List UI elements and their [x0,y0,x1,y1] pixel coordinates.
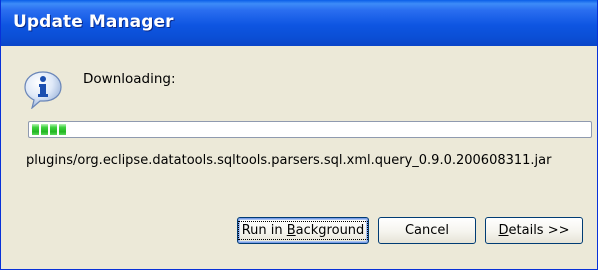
window-title: Update Manager [13,12,174,32]
run-in-background-button[interactable]: Run in Background [237,217,369,244]
progress-segment [32,124,39,135]
downloading-file-path: plugins/org.eclipse.datatools.sqltools.p… [26,153,552,168]
info-icon [24,71,62,109]
update-manager-dialog: Update Manager Downloading: plugins/org.… [0,0,598,270]
progress-segment [41,124,48,135]
status-label: Downloading: [83,71,176,87]
download-progress-bar [28,121,592,138]
progress-segment [50,124,57,135]
run-in-background-label: Run in Background [237,221,369,240]
title-bar[interactable]: Update Manager [1,0,597,46]
cancel-label: Cancel [404,223,450,238]
details-label: Details >> [498,223,570,238]
details-button[interactable]: Details >> [485,217,583,244]
cancel-button[interactable]: Cancel [378,217,476,244]
progress-segment [59,124,66,135]
progress-fill [32,124,66,135]
